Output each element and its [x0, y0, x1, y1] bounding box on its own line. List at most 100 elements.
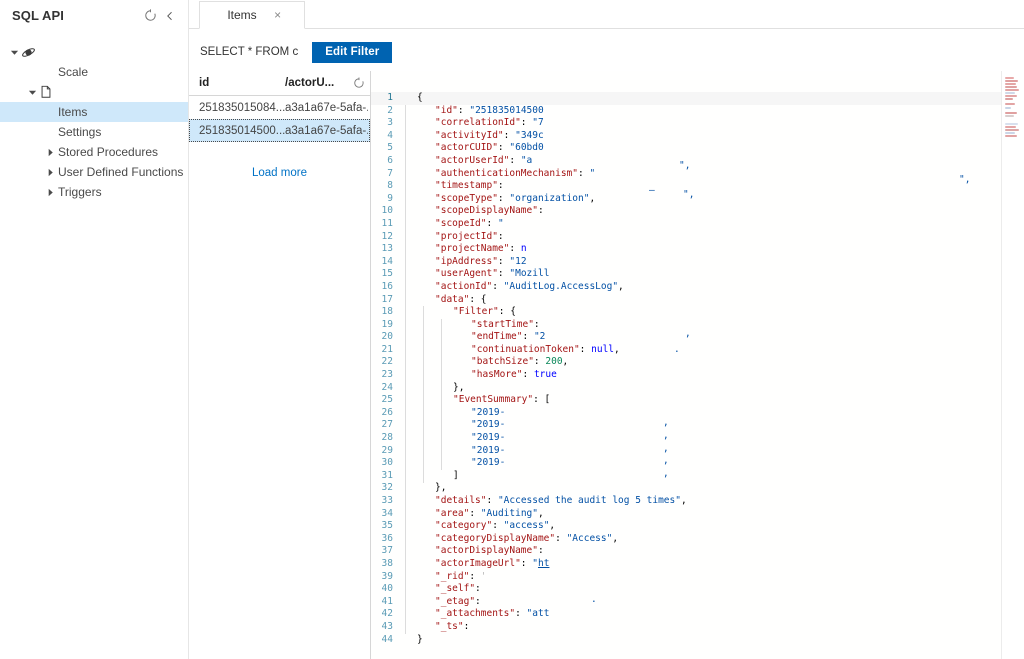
code-line[interactable]: 19 "startTime":: [371, 319, 1024, 332]
code-line[interactable]: 38 "actorImageUrl": "ht: [371, 558, 1024, 571]
code-line[interactable]: 26 "2019-: [371, 407, 1024, 420]
query-bar: SELECT * FROM c Edit Filter: [189, 36, 1024, 68]
json-editor[interactable]: 1{2 "id": "251835014500 3 "correlationId": …: [371, 71, 1024, 659]
cell-id: 251835015084...: [199, 101, 285, 114]
code-line[interactable]: 13 "projectName": n: [371, 243, 1024, 256]
chevron-down-icon[interactable]: [8, 46, 20, 58]
code-line[interactable]: 16 "actionId": "AuditLog.AccessLog",: [371, 281, 1024, 294]
code-line[interactable]: 5 "actorCUID": "60bd0: [371, 142, 1024, 155]
code-line[interactable]: 36 "categoryDisplayName": "Access",: [371, 533, 1024, 546]
column-header-partition-key[interactable]: /actorU...: [285, 77, 350, 89]
sidebar-item-user-defined-functions[interactable]: User Defined Functions: [0, 162, 188, 182]
token-punct: :: [533, 318, 546, 330]
close-icon[interactable]: ×: [271, 9, 285, 21]
code-line[interactable]: 33 "details": "Accessed the audit log 5 t…: [371, 495, 1024, 508]
line-number: 14: [381, 255, 393, 267]
tree-item-scale[interactable]: Scale: [0, 62, 188, 82]
token-punct: ,: [614, 343, 620, 355]
chevron-right-icon[interactable]: [44, 166, 56, 178]
code-line[interactable]: 40 "_self":: [371, 583, 1024, 596]
code-line[interactable]: 17 "data": {: [371, 294, 1024, 307]
code-line[interactable]: 15 "userAgent": "Mozill: [371, 268, 1024, 281]
code-line[interactable]: 39 "_rid": ': [371, 571, 1024, 584]
code-line[interactable]: 30 "2019-: [371, 457, 1024, 470]
code-line[interactable]: 25 "EventSummary": [: [371, 394, 1024, 407]
code-line[interactable]: 44}: [371, 634, 1024, 647]
token-key: "scopeDisplayName": [435, 205, 538, 217]
code-line[interactable]: 43 "_ts":: [371, 621, 1024, 634]
code-line[interactable]: 27 "2019-: [371, 419, 1024, 432]
code-text: "endTime": "2: [405, 331, 1024, 344]
table-row[interactable]: 251835015084... a3a1a67e-5afa-...: [189, 96, 370, 119]
line-number: 33: [381, 495, 393, 506]
code-text: "2019-: [405, 419, 1024, 432]
code-line[interactable]: 31]: [371, 470, 1024, 483]
code-line[interactable]: 11 "scopeId": ": [371, 218, 1024, 231]
code-line[interactable]: 2 "id": "251835014500: [371, 105, 1024, 118]
line-number: 8: [387, 180, 393, 192]
chevron-left-icon[interactable]: [160, 6, 180, 26]
refresh-icon[interactable]: [350, 77, 368, 89]
token-key: "continuationToken": [471, 343, 580, 355]
chevron-down-icon[interactable]: [26, 86, 38, 98]
tree-item-container[interactable]: [0, 82, 188, 102]
code-text: "_ts":: [405, 621, 1024, 634]
token-key: "timestamp": [435, 180, 498, 192]
sidebar-item-settings[interactable]: Settings: [0, 122, 188, 142]
code-line[interactable]: 10 "scopeDisplayName":: [371, 205, 1024, 218]
code-line[interactable]: 18 "Filter": {: [371, 306, 1024, 319]
code-line[interactable]: 6 "actorUserId": "a: [371, 155, 1024, 168]
code-line[interactable]: 41 "_etag":: [371, 596, 1024, 609]
code-line[interactable]: 22 "batchSize": 200,: [371, 356, 1024, 369]
chevron-right-icon[interactable]: [44, 186, 56, 198]
refresh-icon[interactable]: [140, 6, 160, 26]
line-number: 39: [381, 570, 393, 582]
code-line[interactable]: 32},: [371, 482, 1024, 495]
token-str: "Mozill: [509, 268, 550, 280]
code-line[interactable]: 3 "correlationId": "7: [371, 117, 1024, 130]
code-text: "timestamp":: [405, 180, 1024, 193]
sidebar-item-stored-procedures[interactable]: Stored Procedures: [0, 142, 188, 162]
load-more-link[interactable]: Load more: [189, 167, 370, 179]
line-number: 9: [387, 192, 393, 204]
code-text: "actorDisplayName":: [405, 545, 1024, 558]
container-icon: [38, 84, 54, 100]
token-punct: :: [537, 205, 550, 217]
code-text: "continuationToken": null,: [405, 344, 1024, 357]
code-line[interactable]: 12 "projectId":: [371, 231, 1024, 244]
sidebar-item-items[interactable]: Items: [0, 102, 188, 122]
minimap-line: [1005, 80, 1018, 82]
code-line[interactable]: 1{: [371, 92, 1024, 105]
code-line[interactable]: 9 "scopeType": "organization",: [371, 193, 1024, 206]
minimap-line: [1005, 89, 1019, 91]
cell-id: 251835014500...: [199, 124, 285, 137]
tree-item-database[interactable]: [0, 42, 188, 62]
code-line[interactable]: 34 "area": "Auditing",: [371, 508, 1024, 521]
code-line[interactable]: 7 "authenticationMechanism": ": [371, 168, 1024, 181]
editor-minimap[interactable]: [1001, 71, 1024, 659]
code-line[interactable]: 20 "endTime": "2: [371, 331, 1024, 344]
code-line[interactable]: 24},: [371, 382, 1024, 395]
code-line[interactable]: 4 "activityId": "349c: [371, 130, 1024, 143]
token-num: 200: [545, 356, 563, 368]
sidebar-item-triggers[interactable]: Triggers: [0, 182, 188, 202]
code-line[interactable]: 23 "hasMore": true: [371, 369, 1024, 382]
chevron-right-icon[interactable]: [44, 146, 56, 158]
code-line[interactable]: 28 "2019-: [371, 432, 1024, 445]
table-row[interactable]: 251835014500... a3a1a67e-5afa-...: [189, 119, 370, 142]
tab-items[interactable]: Items ×: [199, 1, 305, 29]
edit-filter-button[interactable]: Edit Filter: [312, 41, 393, 63]
column-header-id[interactable]: id: [199, 77, 285, 89]
minimap-line: [1005, 126, 1016, 128]
code-text: {: [405, 92, 1024, 105]
code-line[interactable]: 35 "category": "access",: [371, 520, 1024, 533]
code-line[interactable]: 42 "_attachments": "att: [371, 608, 1024, 621]
code-line[interactable]: 21 "continuationToken": null,: [371, 344, 1024, 357]
code-text: "batchSize": 200,: [405, 356, 1024, 369]
code-line[interactable]: 37 "actorDisplayName":: [371, 545, 1024, 558]
code-line[interactable]: 14 "ipAddress": "12: [371, 256, 1024, 269]
editor-content[interactable]: 1{2 "id": "251835014500 3 "correlationId": …: [371, 71, 1024, 659]
code-line[interactable]: 8 "timestamp":: [371, 180, 1024, 193]
code-line[interactable]: 29 "2019-: [371, 445, 1024, 458]
line-number: 36: [381, 532, 393, 544]
